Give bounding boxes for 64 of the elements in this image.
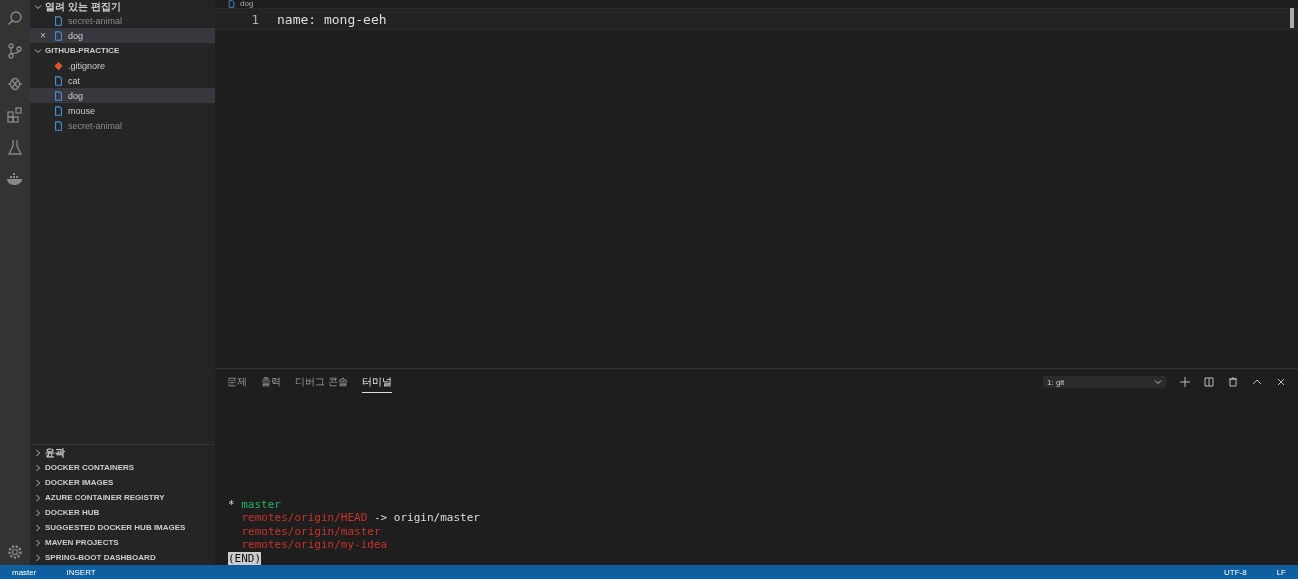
split-icon[interactable] xyxy=(1204,377,1214,387)
section-title[interactable]: 윤곽 xyxy=(45,445,65,460)
open-editor-item[interactable]: × dog xyxy=(30,28,215,43)
open-editor-item[interactable]: secret-animal xyxy=(30,13,215,28)
section-title[interactable]: SPRING-BOOT DASHBOARD xyxy=(45,553,156,562)
settings-icon[interactable] xyxy=(6,543,24,561)
terminal-line: remotes/origin/HEAD -> origin/master xyxy=(240,511,481,525)
scrollbar-thumb[interactable] xyxy=(1290,8,1294,28)
panel-tab[interactable]: 문제 xyxy=(227,371,247,393)
section-title[interactable]: DOCKER HUB xyxy=(45,508,100,517)
file-icon xyxy=(54,15,63,26)
panel-tab[interactable]: 디버그 콘솔 xyxy=(295,371,348,393)
file-item[interactable]: cat xyxy=(30,73,215,88)
panel-tab[interactable]: 출력 xyxy=(261,371,281,393)
status-item[interactable]: UTF-8 xyxy=(1224,567,1247,577)
file-icon xyxy=(54,105,63,116)
chevron-icon[interactable] xyxy=(34,463,42,472)
file-item[interactable]: .gitignore xyxy=(30,58,215,73)
file-icon xyxy=(54,120,63,131)
caret-icon[interactable] xyxy=(1154,378,1162,386)
chevron-icon[interactable] xyxy=(34,523,42,532)
plus-icon[interactable] xyxy=(1180,377,1190,387)
git-icon xyxy=(54,60,63,71)
close-icon[interactable] xyxy=(1276,377,1286,387)
section-title[interactable]: 열려 있는 편집기 xyxy=(45,0,121,14)
status-item[interactable]: INSERT xyxy=(66,567,96,577)
close-icon[interactable]: × xyxy=(40,30,50,41)
search-icon[interactable] xyxy=(6,10,24,28)
chevron-icon[interactable] xyxy=(34,493,42,502)
chevron-icon[interactable] xyxy=(34,2,42,11)
section-title[interactable]: DOCKER CONTAINERS xyxy=(45,463,135,472)
file-item[interactable]: secret-animal xyxy=(30,118,215,133)
section-title[interactable]: AZURE CONTAINER REGISTRY xyxy=(45,493,165,502)
panel-tab[interactable]: 터미널 xyxy=(361,371,392,393)
section-title[interactable]: SUGGESTED DOCKER HUB IMAGES xyxy=(45,523,186,532)
editor-tab[interactable]: dog xyxy=(240,0,254,8)
status-item[interactable]: master xyxy=(12,567,37,577)
chevron-icon[interactable] xyxy=(34,46,42,55)
chevron-icon[interactable] xyxy=(34,508,42,517)
terminal-select[interactable]: 1: git xyxy=(1043,376,1166,388)
file-icon xyxy=(227,0,236,8)
terminal-line: * master xyxy=(228,497,282,511)
file-icon xyxy=(54,75,63,86)
chevron-up-icon[interactable] xyxy=(1252,377,1262,387)
extensions-icon[interactable] xyxy=(6,106,24,124)
chevron-icon[interactable] xyxy=(34,538,42,547)
section-title[interactable]: MAVEN PROJECTS xyxy=(45,538,119,547)
folder-title[interactable]: GITHUB-PRACTICE xyxy=(45,46,120,55)
status-item[interactable]: LF xyxy=(1276,567,1286,577)
chevron-icon[interactable] xyxy=(34,448,42,457)
file-icon xyxy=(54,30,63,41)
file-icon xyxy=(54,90,63,101)
terminal-line: remotes/origin/my-idea xyxy=(240,538,389,552)
section-title[interactable]: DOCKER IMAGES xyxy=(45,478,114,487)
flask-icon[interactable] xyxy=(6,138,24,156)
code-line: name: mong-eeh xyxy=(277,11,387,27)
trash-icon[interactable] xyxy=(1228,377,1238,387)
terminal-line: remotes/origin/master xyxy=(240,524,382,538)
line-number: 1 xyxy=(250,11,260,27)
file-item[interactable]: dog xyxy=(30,88,215,103)
chevron-icon[interactable] xyxy=(34,553,42,562)
chevron-icon[interactable] xyxy=(34,478,42,487)
source-control-icon[interactable] xyxy=(6,42,24,60)
file-item[interactable]: mouse xyxy=(30,103,215,118)
